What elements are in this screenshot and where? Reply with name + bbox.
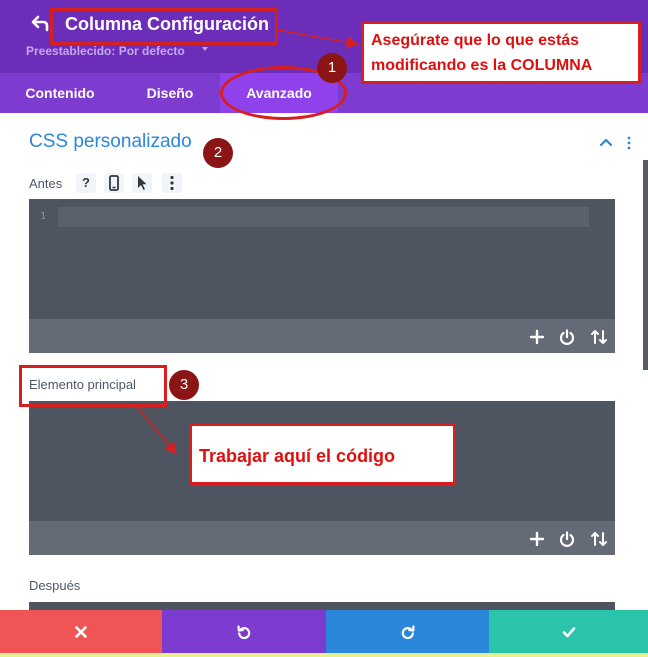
editor-toolbar bbox=[29, 319, 615, 353]
power-icon[interactable] bbox=[557, 529, 577, 549]
title-highlight-box bbox=[50, 8, 278, 45]
step-badge: 2 bbox=[203, 138, 233, 168]
annotation-text: Trabajar aquí el código bbox=[199, 446, 396, 466]
close-icon bbox=[75, 625, 87, 638]
action-bar bbox=[0, 610, 648, 653]
sort-arrows-icon[interactable] bbox=[589, 327, 609, 347]
undo-button[interactable] bbox=[162, 610, 326, 653]
help-icon[interactable]: ? bbox=[76, 173, 96, 193]
annotation-callout: Trabajar aquí el código bbox=[189, 423, 456, 485]
back-arrow-icon[interactable] bbox=[30, 13, 52, 35]
editor-toolbar bbox=[29, 521, 615, 555]
line-number: 1 bbox=[40, 211, 47, 222]
discard-button[interactable] bbox=[0, 610, 162, 653]
mobile-device-icon[interactable] bbox=[104, 173, 124, 193]
kebab-menu-icon[interactable] bbox=[624, 136, 634, 150]
annotation-highlight-box bbox=[19, 365, 167, 407]
step-badge: 3 bbox=[169, 370, 199, 400]
section-title[interactable]: CSS personalizado bbox=[29, 131, 192, 153]
chevron-up-icon[interactable] bbox=[598, 135, 614, 149]
redo-icon bbox=[401, 624, 415, 639]
power-icon[interactable] bbox=[557, 327, 577, 347]
field-label-antes: Antes bbox=[29, 176, 63, 191]
annotation-text: Asegúrate que lo que estás bbox=[371, 32, 580, 49]
plus-icon[interactable] bbox=[527, 529, 547, 549]
save-button[interactable] bbox=[489, 610, 648, 653]
hover-pointer-icon[interactable] bbox=[132, 173, 152, 193]
field-options: ? bbox=[76, 173, 186, 193]
more-options-icon[interactable] bbox=[162, 173, 182, 193]
scrollbar[interactable] bbox=[643, 160, 648, 370]
redo-button[interactable] bbox=[326, 610, 489, 653]
active-line-highlight bbox=[58, 207, 589, 227]
check-icon bbox=[562, 626, 575, 637]
step-badge: 1 bbox=[317, 53, 347, 83]
code-editor-antes[interactable]: 1 bbox=[29, 199, 615, 353]
tab-contenido[interactable]: Contenido bbox=[0, 73, 120, 113]
plus-icon[interactable] bbox=[527, 327, 547, 347]
preset-selector[interactable]: Preestablecido: Por defecto bbox=[26, 44, 185, 58]
sort-arrows-icon[interactable] bbox=[589, 529, 609, 549]
annotation-callout: Asegúrate que lo que estás modificando e… bbox=[361, 21, 641, 84]
undo-icon bbox=[237, 624, 251, 639]
field-label-despues: Después bbox=[29, 578, 81, 593]
caret-down-icon[interactable] bbox=[202, 47, 208, 51]
tab-diseno[interactable]: Diseño bbox=[120, 73, 220, 113]
bottom-strip bbox=[0, 653, 648, 657]
annotation-text: modificando es la COLUMNA bbox=[371, 57, 593, 74]
